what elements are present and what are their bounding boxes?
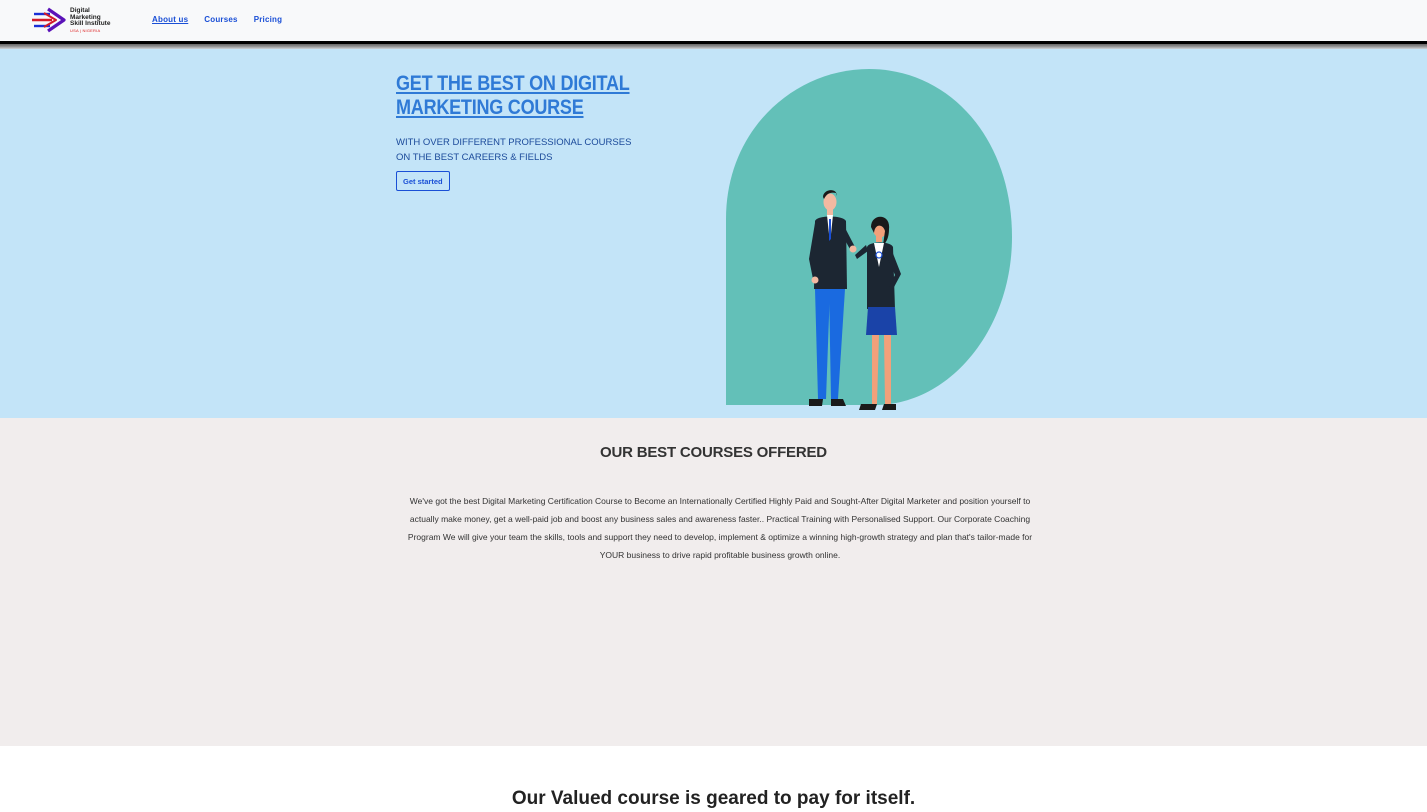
teal-blob-shape (726, 69, 1012, 405)
hero-subtitle: WITH OVER DIFFERENT PROFESSIONAL COURSES… (396, 135, 631, 165)
valued-title: Our Valued course is geared to pay for i… (511, 788, 916, 809)
courses-description: We've got the best Digital Marketing Cer… (407, 496, 1033, 560)
logo-text: Digital Marketing Skill Institute USA | … (70, 7, 130, 33)
hero-subtitle-line-1: WITH OVER DIFFERENT PROFESSIONAL COURSES (396, 137, 632, 148)
nav-link-about-us[interactable]: About us (152, 15, 188, 24)
nav-link-pricing[interactable]: Pricing (254, 15, 283, 24)
hero-title: GET THE BEST ON DIGITAL MARKETING COURSE (396, 72, 630, 119)
hero-subtitle-line-2: ON THE BEST CAREERS & FIELDS (396, 152, 553, 163)
handshake-illustration (726, 69, 1012, 410)
navbar: Digital Marketing Skill Institute USA | … (0, 0, 1427, 41)
logo-mark-icon (32, 7, 66, 33)
nav-menu: About us Courses Pricing (152, 15, 282, 24)
courses-title: OUR BEST COURSES OFFERED (600, 444, 827, 461)
brand-logo[interactable]: Digital Marketing Skill Institute USA | … (30, 6, 130, 34)
navbar-divider (0, 41, 1427, 49)
nav-link-courses[interactable]: Courses (204, 15, 237, 24)
hero-section: GET THE BEST ON DIGITAL MARKETING COURSE… (0, 49, 1427, 418)
valued-section: Our Valued course is geared to pay for i… (0, 746, 1427, 812)
courses-section: OUR BEST COURSES OFFERED We've got the b… (0, 418, 1427, 746)
logo-subtitle: USA | NIGERIA (70, 27, 101, 33)
get-started-button[interactable]: Get started (396, 171, 450, 191)
